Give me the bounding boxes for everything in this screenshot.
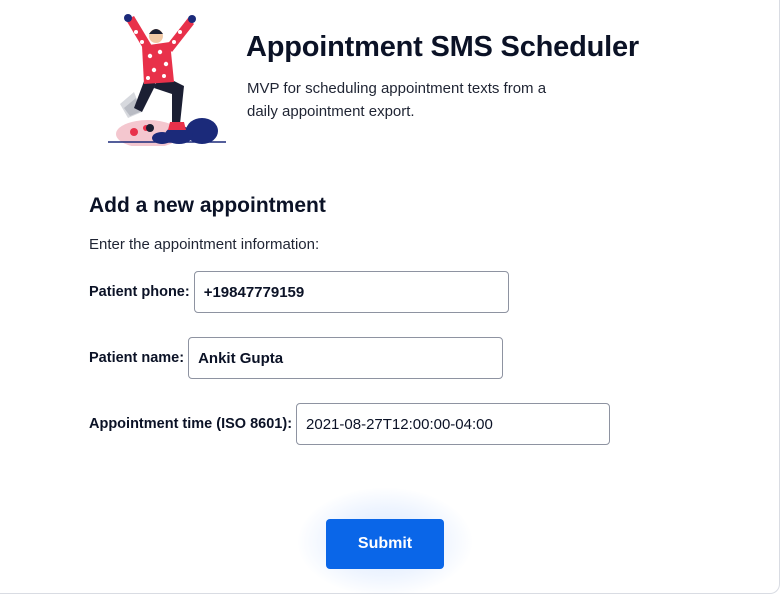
patient-phone-label: Patient phone:: [89, 284, 190, 300]
page-title: Appointment SMS Scheduler: [246, 31, 639, 63]
form-heading: Add a new appointment: [89, 194, 326, 217]
patient-name-label: Patient name:: [89, 350, 185, 366]
patient-phone-input[interactable]: [193, 271, 509, 313]
form-intro: Enter the appointment information:: [89, 236, 320, 253]
person-celebrating-illustration: [108, 14, 226, 146]
patient-name-row: Patient name:: [89, 337, 504, 379]
page-subtitle: MVP for scheduling appointment texts fro…: [247, 80, 547, 120]
appointment-time-input[interactable]: [296, 403, 611, 445]
submit-button[interactable]: Submit: [326, 519, 444, 569]
appointment-time-label: Appointment time (ISO 8601):: [89, 416, 293, 432]
patient-name-input[interactable]: [188, 337, 504, 379]
patient-phone-row: Patient phone:: [89, 271, 509, 313]
appointment-time-row: Appointment time (ISO 8601):: [89, 403, 611, 445]
